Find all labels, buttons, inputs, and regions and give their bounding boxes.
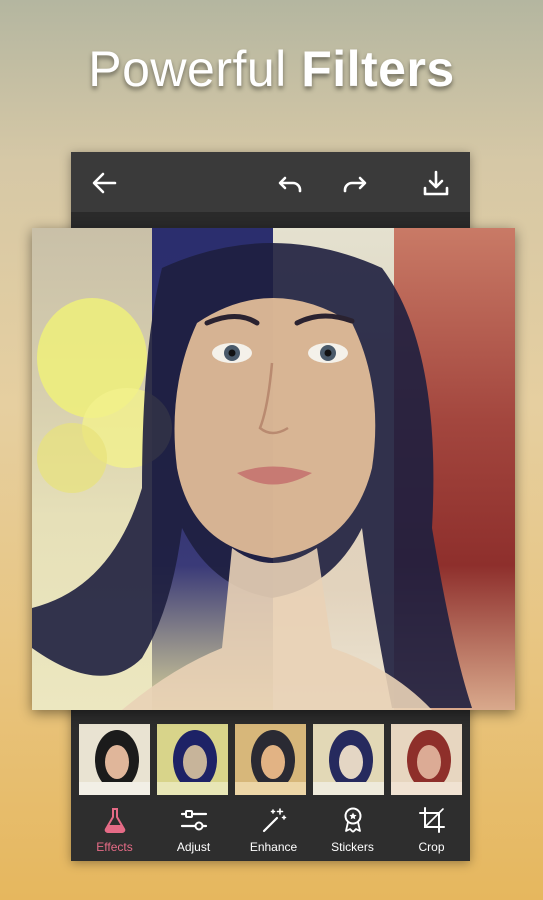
headline-light: Powerful [88, 41, 302, 97]
tool-label: Stickers [331, 840, 374, 854]
tool-adjust[interactable]: Adjust [154, 800, 233, 861]
filter-thumb-warm[interactable] [235, 724, 306, 795]
tool-label: Enhance [249, 840, 298, 854]
redo-icon [343, 176, 367, 193]
undo-icon [278, 176, 302, 193]
tool-stickers[interactable]: Stickers [313, 800, 392, 861]
tool-effects[interactable]: Effects [75, 800, 154, 861]
tool-crop[interactable]: Crop [392, 800, 471, 861]
tool-label: Effects [96, 840, 133, 854]
tool-label: Adjust [176, 840, 211, 854]
preview-photo [32, 228, 515, 710]
download-button[interactable] [419, 166, 453, 200]
portrait-thumb [79, 724, 150, 795]
download-icon [423, 170, 449, 196]
portrait-thumb [235, 724, 306, 795]
crop-icon [418, 807, 445, 833]
filter-thumbnails [71, 712, 470, 800]
redo-button[interactable] [337, 166, 371, 200]
tool-enhance[interactable]: Enhance [234, 800, 313, 861]
top-bar [71, 152, 470, 212]
filter-thumb-cool[interactable] [313, 724, 384, 795]
bottom-toolbar: Effects Adjust Enhance Stickers Crop [71, 800, 470, 861]
tool-label: Crop [418, 840, 445, 854]
filter-thumb-original[interactable] [79, 724, 150, 795]
sub-bar [71, 212, 470, 227]
headline-bold: Filters [301, 41, 455, 97]
flask-icon [104, 808, 125, 833]
filter-thumb-blue[interactable] [157, 724, 228, 795]
undo-button[interactable] [274, 166, 308, 200]
magic-wand-icon [262, 808, 286, 833]
sliders-icon [180, 810, 207, 831]
filter-thumb-red[interactable] [391, 724, 462, 795]
portrait-thumb [391, 724, 462, 795]
portrait-thumb [313, 724, 384, 795]
headline: Powerful Filters [0, 40, 543, 98]
back-button[interactable] [87, 166, 121, 200]
portrait-thumb [157, 724, 228, 795]
badge-icon [344, 807, 361, 833]
arrow-left-icon [92, 172, 117, 194]
portrait-illustration [32, 243, 472, 710]
